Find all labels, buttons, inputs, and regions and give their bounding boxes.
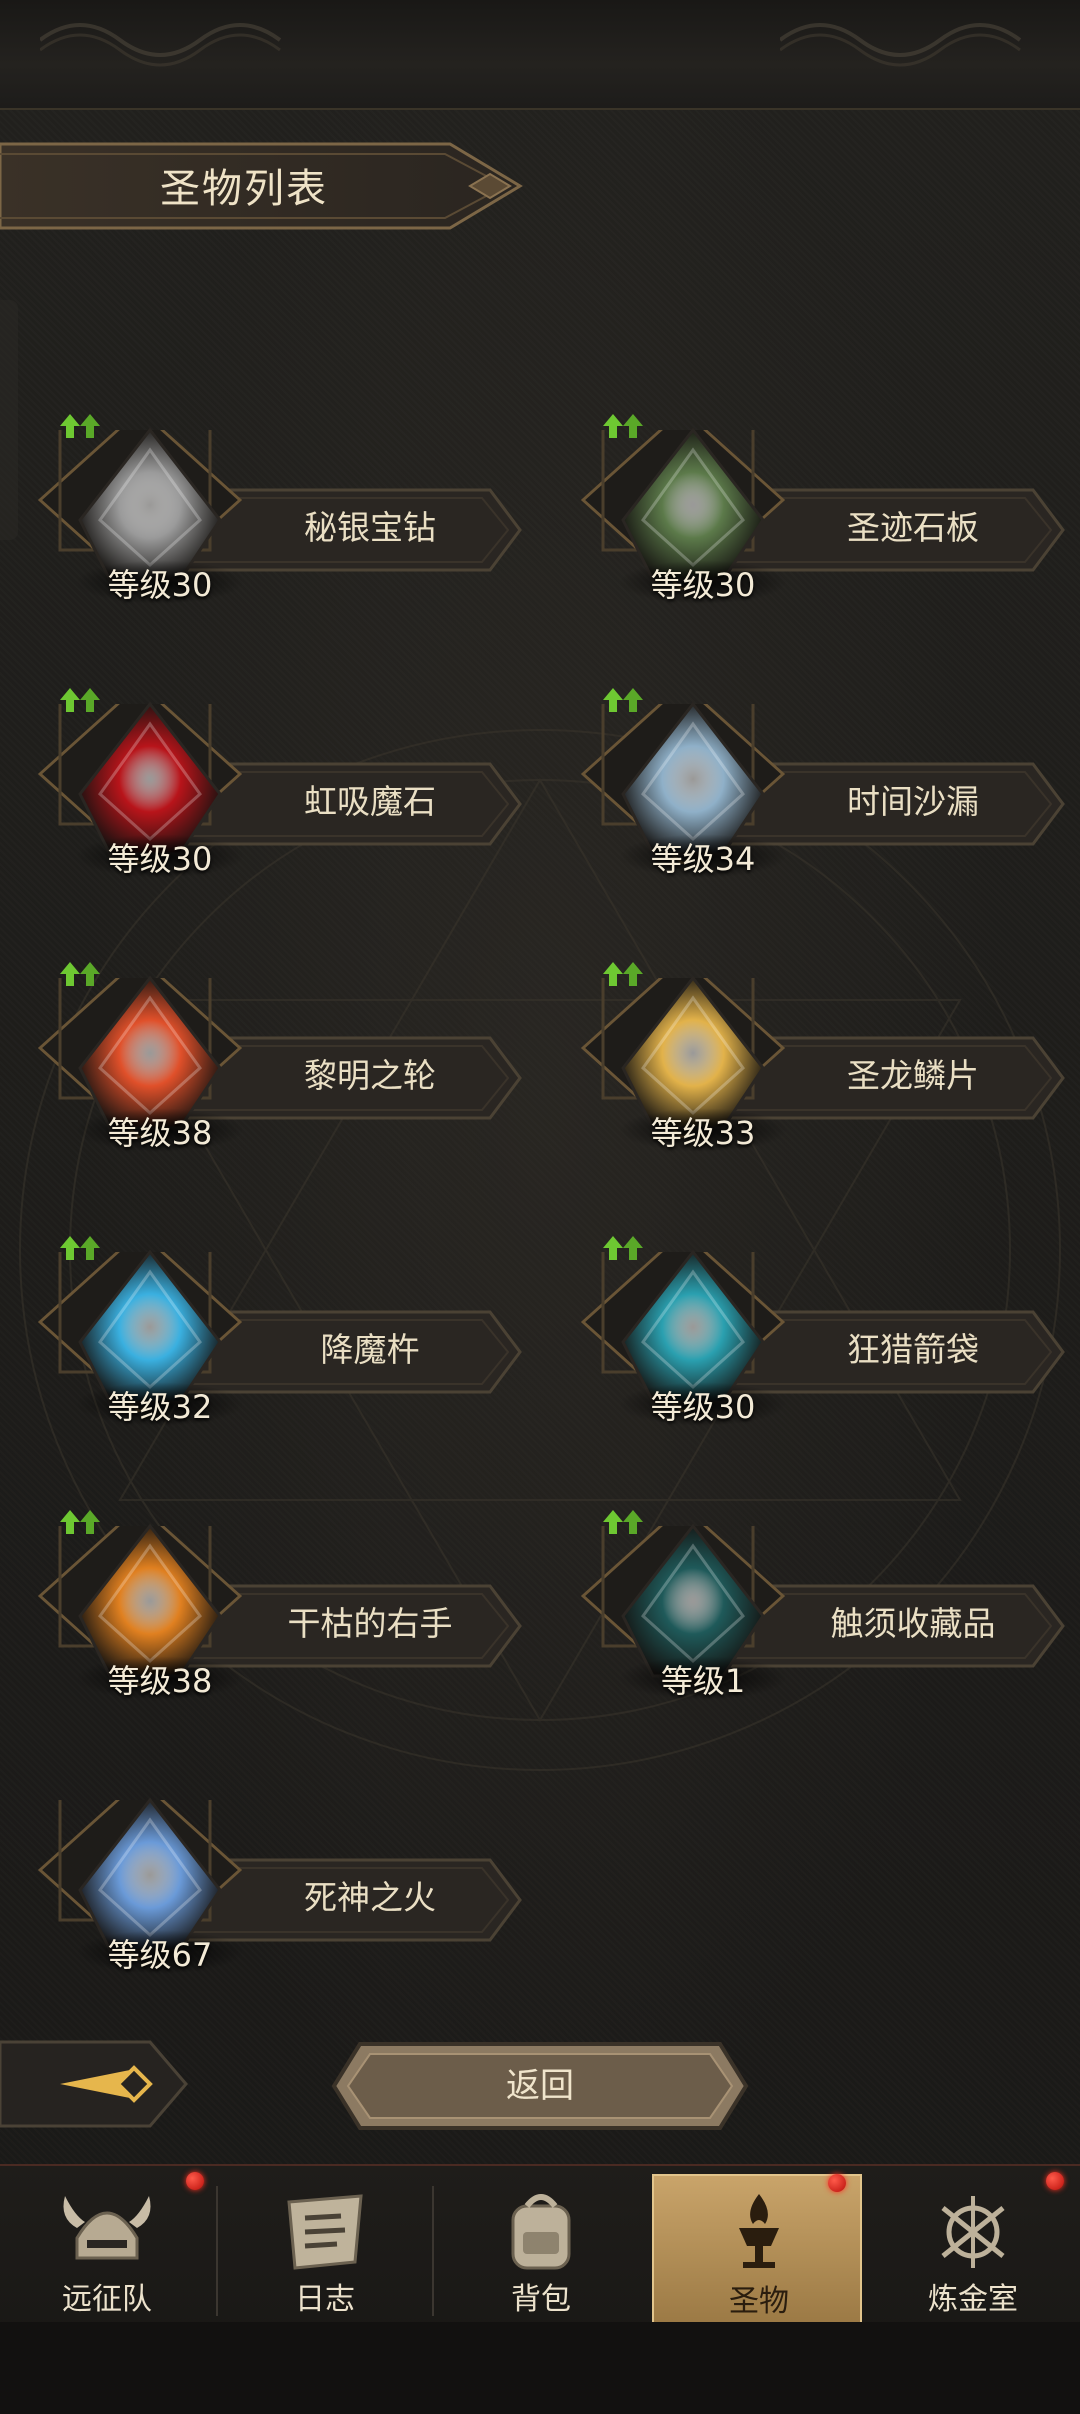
relic-level: 等级30 <box>650 566 756 604</box>
nav-label: 圣物 <box>729 2284 789 2319</box>
nav-label: 炼金室 <box>928 2282 1018 2317</box>
upgrade-arrow-icon <box>603 688 643 712</box>
relic-name: 干枯的右手 <box>287 1604 453 1643</box>
viking-helmet-icon <box>63 2196 151 2260</box>
relic-card[interactable]: 等级30 圣迹石板 <box>563 370 1080 604</box>
arrow-left-icon <box>0 2040 188 2128</box>
return-label: 返回 <box>506 2066 574 2106</box>
relic-name: 触须收藏品 <box>830 1604 996 1643</box>
upgrade-arrow-icon <box>60 1510 100 1534</box>
relic-card[interactable]: 等级30 狂猎箭袋 <box>563 1192 1080 1426</box>
relic-name: 圣龙鳞片 <box>847 1056 979 1095</box>
relic-level: 等级32 <box>107 1388 213 1426</box>
relic-name: 黎明之轮 <box>304 1056 436 1095</box>
knotwork-ornament <box>780 23 1022 67</box>
relic-card[interactable]: 等级67 死神之火 <box>20 1740 540 1974</box>
nav-bottom-strip <box>0 2322 1080 2414</box>
relic-level: 等级33 <box>650 1114 756 1152</box>
upgrade-arrow-icon <box>603 414 643 438</box>
nav-tab-journal[interactable]: 日志 <box>220 2174 430 2324</box>
notification-badge <box>186 2172 204 2190</box>
back-arrow-button[interactable] <box>0 2038 190 2130</box>
relic-name: 降魔杵 <box>320 1330 420 1369</box>
relic-name: 时间沙漏 <box>847 782 979 821</box>
relic-name: 虹吸魔石 <box>304 782 436 821</box>
relic-level: 等级30 <box>650 1388 756 1426</box>
notification-badge <box>1046 2172 1064 2190</box>
nav-tab-relics[interactable]: 圣物 <box>652 2174 862 2324</box>
torch-chalice-icon <box>739 2194 779 2268</box>
relic-card[interactable]: 等级34 时间沙漏 <box>563 644 1080 878</box>
side-drawer-handle[interactable] <box>0 300 18 540</box>
relic-name: 狂猎箭袋 <box>847 1330 979 1369</box>
relic-level: 等级34 <box>650 840 756 878</box>
notification-badge <box>828 2174 846 2192</box>
relic-level: 等级38 <box>107 1114 213 1152</box>
journal-scroll-icon <box>287 2194 363 2270</box>
nav-tab-alchemy[interactable]: 炼金室 <box>868 2174 1078 2324</box>
relic-level: 等级1 <box>660 1662 746 1700</box>
upgrade-arrow-icon <box>60 688 100 712</box>
relic-card[interactable]: 等级1 触须收藏品 <box>563 1466 1080 1700</box>
page-title: 圣物列表 <box>160 166 328 212</box>
relic-card[interactable]: 等级38 黎明之轮 <box>20 918 540 1152</box>
nav-label: 日志 <box>295 2282 355 2317</box>
relic-card[interactable]: 等级30 虹吸魔石 <box>20 644 540 878</box>
relic-card[interactable]: 等级38 干枯的右手 <box>20 1466 540 1700</box>
upgrade-arrow-icon <box>603 1236 643 1260</box>
relic-name: 秘银宝钻 <box>304 508 436 547</box>
relic-card[interactable]: 等级30 秘银宝钻 <box>20 370 540 604</box>
nav-label: 远征队 <box>62 2282 152 2317</box>
relic-level: 等级30 <box>107 840 213 878</box>
relic-name: 死神之火 <box>304 1878 436 1917</box>
relic-level: 等级30 <box>107 566 213 604</box>
relic-card[interactable]: 等级33 圣龙鳞片 <box>563 918 1080 1152</box>
upgrade-arrow-icon <box>60 414 100 438</box>
top-ornament-frame <box>0 0 1080 110</box>
return-button[interactable]: 返回 <box>330 2040 750 2132</box>
nav-divider <box>216 2186 218 2316</box>
relic-card[interactable]: 等级32 降魔杵 <box>20 1192 540 1426</box>
relic-name: 圣迹石板 <box>847 508 979 547</box>
relic-level: 等级67 <box>107 1936 213 1974</box>
knotwork-ornament <box>40 23 282 67</box>
relic-level: 等级38 <box>107 1662 213 1700</box>
backpack-icon <box>511 2194 571 2270</box>
nav-tab-expedition[interactable]: 远征队 <box>2 2174 212 2324</box>
upgrade-arrow-icon <box>603 962 643 986</box>
nav-tab-backpack[interactable]: 背包 <box>436 2174 646 2324</box>
nav-divider <box>432 2186 434 2316</box>
upgrade-arrow-icon <box>60 962 100 986</box>
alchemy-icon <box>941 2196 1005 2268</box>
upgrade-arrow-icon <box>603 1510 643 1534</box>
upgrade-arrow-icon <box>60 1236 100 1260</box>
nav-label: 背包 <box>511 2282 571 2317</box>
